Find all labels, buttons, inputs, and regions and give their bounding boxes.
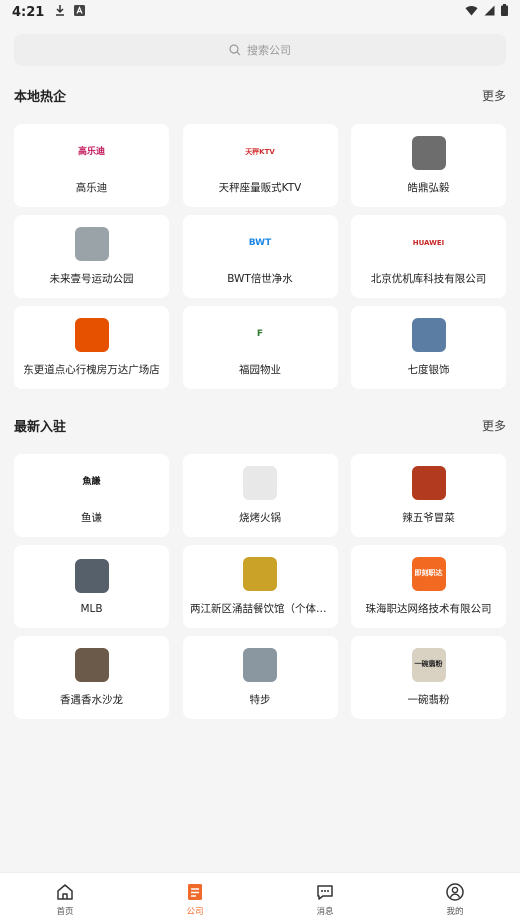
company-logo-text: HUAWEI: [412, 239, 445, 248]
company-name: 辣五爷冒菜: [402, 512, 455, 524]
company-logo: 天秤KTV: [243, 136, 277, 170]
company-card[interactable]: 皓鼎弘毅: [351, 124, 506, 207]
company-logo: 即刻职达: [411, 557, 446, 591]
company-card[interactable]: F 福园物业: [182, 306, 338, 389]
company-logo: 魚謙: [74, 466, 109, 500]
message-icon: [315, 881, 335, 903]
company-card[interactable]: 魚謙 鱼谦: [14, 454, 169, 537]
tab-label: 公司: [186, 906, 204, 917]
company-logo: [74, 227, 109, 261]
company-card[interactable]: HUAWEI 北京优机库科技有限公司: [351, 215, 506, 298]
company-card[interactable]: 一碗翡粉 一碗翡粉: [351, 636, 506, 719]
company-card[interactable]: BWT BWT倍世净水: [182, 215, 338, 298]
company-card[interactable]: 七度银饰: [351, 306, 506, 389]
status-time: 4:21: [12, 4, 45, 20]
company-logo-text: 一碗翡粉: [414, 660, 443, 669]
company-card[interactable]: 香遇香水沙龙: [14, 636, 169, 719]
company-name: 福园物业: [239, 364, 281, 376]
tab-messages[interactable]: 消息: [260, 873, 390, 924]
company-name: MLB: [80, 602, 103, 615]
company-logo: [74, 558, 109, 593]
company-name: 特步: [249, 694, 271, 706]
company-name: 七度银饰: [407, 364, 450, 376]
company-logo: [74, 318, 109, 352]
company-card[interactable]: 辣五爷冒菜: [351, 454, 506, 537]
company-card[interactable]: 烧烤火锅: [182, 454, 338, 537]
company-logo: [411, 136, 446, 170]
tab-label: 消息: [316, 906, 334, 917]
wifi-icon: [465, 5, 478, 20]
tab-company[interactable]: 公司: [130, 873, 260, 924]
company-logo: 高乐迪: [74, 136, 109, 170]
search-icon: [229, 44, 241, 56]
company-logo: HUAWEI: [411, 227, 446, 261]
company-logo: [243, 557, 277, 591]
company-logo: [74, 648, 109, 682]
company-name: 北京优机库科技有限公司: [370, 273, 487, 285]
company-card[interactable]: 天秤KTV 天秤座量贩式KTV: [182, 124, 338, 207]
company-logo-text: F: [256, 329, 264, 340]
battery-icon: [501, 4, 508, 20]
company-logo-text: BWT: [248, 238, 272, 249]
profile-icon: [445, 881, 465, 903]
tab-label: 我的: [446, 906, 464, 917]
company-name: 烧烤火锅: [239, 512, 281, 524]
company-name: 两江新区涌喆餐饮馆（个体工商户）: [190, 603, 330, 615]
company-card[interactable]: MLB: [14, 545, 169, 628]
company-name: 高乐迪: [75, 182, 108, 194]
company-card[interactable]: 东更道点心行槐房万达广场店: [14, 306, 169, 389]
tab-label: 首页: [56, 906, 74, 917]
company-name: 东更道点心行槐房万达广场店: [23, 364, 160, 376]
company-logo: BWT: [243, 227, 277, 261]
download-icon: [54, 4, 66, 20]
more-link-local[interactable]: 更多: [482, 87, 506, 104]
company-logo: [243, 648, 277, 682]
signal-icon: [484, 5, 495, 20]
company-name: 鱼谦: [81, 512, 102, 524]
company-logo-text: 即刻职达: [414, 569, 443, 578]
company-name: 一碗翡粉: [407, 694, 450, 706]
company-name: 天秤座量贩式KTV: [218, 182, 302, 194]
company-card[interactable]: 未来壹号运动公园: [14, 215, 169, 298]
section-title-new: 最新入驻: [14, 420, 67, 435]
company-card[interactable]: 两江新区涌喆餐饮馆（个体工商户）: [182, 545, 338, 628]
tab-profile[interactable]: 我的: [390, 873, 520, 924]
section-title-local: 本地热企: [14, 90, 67, 105]
tab-home[interactable]: 首页: [0, 873, 130, 924]
company-logo: [411, 466, 446, 500]
company-name: 皓鼎弘毅: [407, 182, 450, 194]
company-logo: [411, 318, 446, 352]
company-name: BWT倍世净水: [227, 273, 293, 285]
company-logo-text: 高乐迪: [77, 147, 105, 158]
company-logo: 一碗翡粉: [411, 648, 446, 682]
company-icon: [186, 881, 204, 903]
company-grid-local: 高乐迪 高乐迪 天秤KTV 天秤座量贩式KTV 皓鼎弘毅 未来壹号运动公园 BWT BWT倍世…: [14, 124, 506, 389]
company-card[interactable]: 高乐迪 高乐迪: [14, 124, 169, 207]
company-logo-text: 天秤KTV: [245, 148, 275, 157]
status-bar: 4:21: [0, 0, 520, 24]
company-card[interactable]: 特步: [182, 636, 338, 719]
company-name: 未来壹号运动公园: [49, 273, 134, 285]
app-notification-icon: [74, 4, 86, 20]
company-grid-new: 魚謙鱼谦烧烤火锅辣五爷冒菜MLB两江新区涌喆餐饮馆（个体工商户）即刻职达珠海职达…: [14, 454, 506, 719]
more-link-new[interactable]: 更多: [482, 417, 506, 434]
company-logo: [243, 466, 277, 500]
company-name: 香遇香水沙龙: [60, 694, 123, 706]
bottom-tab-bar: 首页 公司 消息 我的: [0, 872, 520, 924]
company-card[interactable]: 即刻职达珠海职达网络技术有限公司: [351, 545, 506, 628]
search-placeholder: 搜索公司: [247, 44, 291, 57]
company-logo-text: 魚謙: [82, 477, 101, 488]
search-input[interactable]: 搜索公司: [14, 34, 506, 66]
company-name: 珠海职达网络技术有限公司: [365, 603, 492, 615]
company-logo: F: [243, 318, 277, 352]
home-icon: [55, 881, 75, 903]
